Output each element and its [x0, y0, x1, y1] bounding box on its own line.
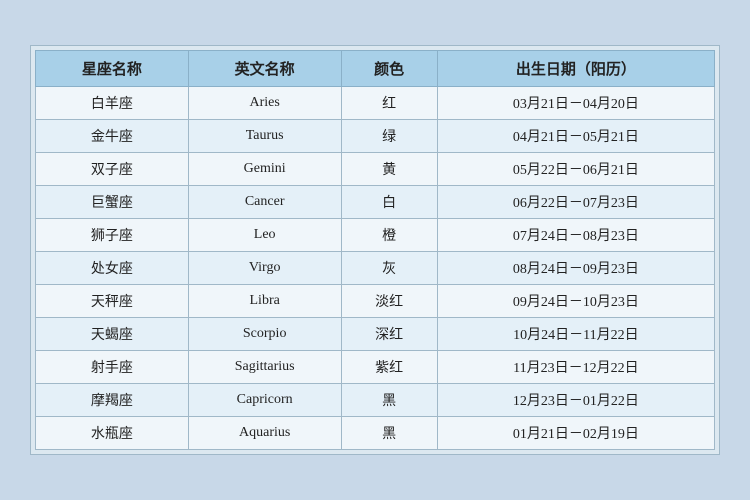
table-row: 白羊座Aries红03月21日－04月20日	[36, 87, 715, 120]
cell-2-0: 双子座	[36, 153, 189, 186]
table-row: 金牛座Taurus绿04月21日－05月21日	[36, 120, 715, 153]
cell-8-2: 紫红	[341, 351, 437, 384]
cell-7-0: 天蝎座	[36, 318, 189, 351]
cell-1-0: 金牛座	[36, 120, 189, 153]
cell-3-0: 巨蟹座	[36, 186, 189, 219]
cell-9-0: 摩羯座	[36, 384, 189, 417]
cell-7-1: Scorpio	[188, 318, 341, 351]
zodiac-table: 星座名称英文名称颜色出生日期（阳历） 白羊座Aries红03月21日－04月20…	[35, 50, 715, 450]
table-row: 双子座Gemini黄05月22日－06月21日	[36, 153, 715, 186]
cell-7-2: 深红	[341, 318, 437, 351]
cell-6-2: 淡红	[341, 285, 437, 318]
cell-1-2: 绿	[341, 120, 437, 153]
cell-5-3: 08月24日－09月23日	[437, 252, 714, 285]
cell-4-1: Leo	[188, 219, 341, 252]
column-header: 出生日期（阳历）	[437, 51, 714, 87]
cell-10-3: 01月21日－02月19日	[437, 417, 714, 450]
column-header: 星座名称	[36, 51, 189, 87]
column-header: 英文名称	[188, 51, 341, 87]
cell-0-2: 红	[341, 87, 437, 120]
table-header-row: 星座名称英文名称颜色出生日期（阳历）	[36, 51, 715, 87]
cell-0-1: Aries	[188, 87, 341, 120]
table-row: 天秤座Libra淡红09月24日－10月23日	[36, 285, 715, 318]
cell-3-1: Cancer	[188, 186, 341, 219]
cell-9-3: 12月23日－01月22日	[437, 384, 714, 417]
cell-4-0: 狮子座	[36, 219, 189, 252]
cell-6-3: 09月24日－10月23日	[437, 285, 714, 318]
cell-3-3: 06月22日－07月23日	[437, 186, 714, 219]
cell-10-2: 黑	[341, 417, 437, 450]
column-header: 颜色	[341, 51, 437, 87]
table-row: 射手座Sagittarius紫红11月23日－12月22日	[36, 351, 715, 384]
cell-7-3: 10月24日－11月22日	[437, 318, 714, 351]
cell-2-3: 05月22日－06月21日	[437, 153, 714, 186]
cell-4-2: 橙	[341, 219, 437, 252]
cell-4-3: 07月24日－08月23日	[437, 219, 714, 252]
cell-5-0: 处女座	[36, 252, 189, 285]
cell-2-1: Gemini	[188, 153, 341, 186]
table-row: 天蝎座Scorpio深红10月24日－11月22日	[36, 318, 715, 351]
cell-6-1: Libra	[188, 285, 341, 318]
table-row: 处女座Virgo灰08月24日－09月23日	[36, 252, 715, 285]
table-row: 狮子座Leo橙07月24日－08月23日	[36, 219, 715, 252]
cell-8-1: Sagittarius	[188, 351, 341, 384]
cell-0-3: 03月21日－04月20日	[437, 87, 714, 120]
cell-9-1: Capricorn	[188, 384, 341, 417]
cell-8-0: 射手座	[36, 351, 189, 384]
cell-10-0: 水瓶座	[36, 417, 189, 450]
cell-5-2: 灰	[341, 252, 437, 285]
table-body: 白羊座Aries红03月21日－04月20日金牛座Taurus绿04月21日－0…	[36, 87, 715, 450]
cell-10-1: Aquarius	[188, 417, 341, 450]
cell-9-2: 黑	[341, 384, 437, 417]
cell-3-2: 白	[341, 186, 437, 219]
table-row: 摩羯座Capricorn黑12月23日－01月22日	[36, 384, 715, 417]
cell-6-0: 天秤座	[36, 285, 189, 318]
cell-1-1: Taurus	[188, 120, 341, 153]
cell-8-3: 11月23日－12月22日	[437, 351, 714, 384]
zodiac-table-container: 星座名称英文名称颜色出生日期（阳历） 白羊座Aries红03月21日－04月20…	[30, 45, 720, 455]
table-row: 水瓶座Aquarius黑01月21日－02月19日	[36, 417, 715, 450]
cell-2-2: 黄	[341, 153, 437, 186]
cell-0-0: 白羊座	[36, 87, 189, 120]
cell-1-3: 04月21日－05月21日	[437, 120, 714, 153]
cell-5-1: Virgo	[188, 252, 341, 285]
table-row: 巨蟹座Cancer白06月22日－07月23日	[36, 186, 715, 219]
